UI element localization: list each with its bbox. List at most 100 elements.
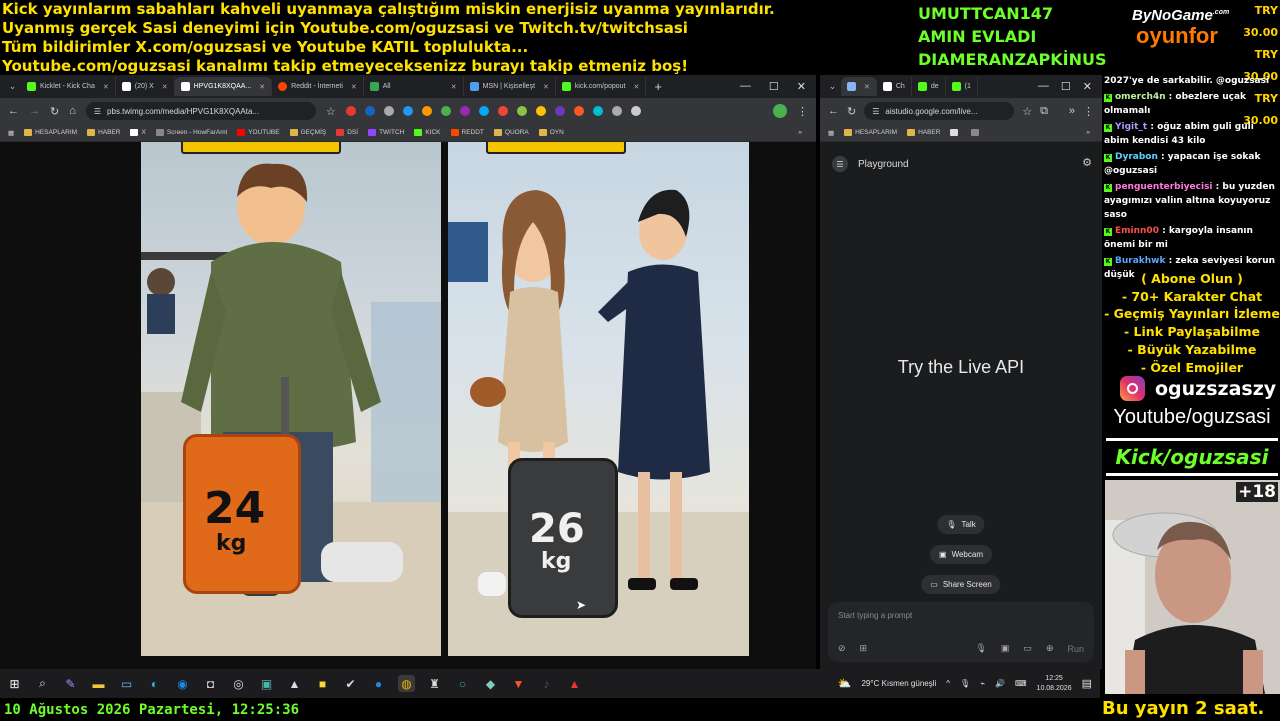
volume-icon[interactable]: 🔊 [995,679,1005,688]
chat-username[interactable]: omerch4n [1115,92,1166,102]
bookmark[interactable]: HABER [87,128,120,136]
maximize-icon[interactable]: ☐ [769,80,779,93]
profile-avatar[interactable] [773,104,787,118]
extension-icon[interactable] [497,106,508,116]
extension-icon[interactable] [421,106,432,116]
app-icon[interactable]: ▲ [286,675,303,692]
screen-share-icon[interactable]: ▭ [1023,643,1032,654]
bookmark[interactable]: KICK [414,128,441,136]
close-icon[interactable]: ✕ [864,83,870,91]
run-button[interactable]: Run [1067,644,1084,654]
settings-tune-icon[interactable]: ⚙ [1082,156,1092,169]
microphone-icon[interactable]: 🎙 [975,643,986,654]
star-icon[interactable]: ☆ [326,105,336,118]
music-app-icon[interactable]: ♪ [538,675,555,692]
bookmark[interactable]: OYN [538,128,564,136]
menu-icon[interactable]: ⋮ [797,105,808,118]
extension-icon[interactable] [478,106,489,116]
notifications-icon[interactable]: ▤ [1082,677,1092,690]
sticky-notes-icon[interactable]: ■ [314,675,331,692]
extension-icon[interactable] [383,106,394,116]
close-window-icon[interactable]: ✕ [1083,80,1092,93]
reload-icon[interactable]: ↻ [50,105,59,118]
bookmark[interactable]: DSİ [336,128,358,136]
app-icon[interactable]: ◆ [482,675,499,692]
weather-icon[interactable]: ⛅ [838,677,852,690]
tab[interactable]: All ✕ [364,77,464,96]
extension-icon[interactable] [345,106,356,116]
tab[interactable]: Kicklet - Kick Cha ✕ [21,77,116,96]
bookmark[interactable]: HESAPLARIM [24,128,77,136]
close-icon[interactable]: ✕ [162,83,168,91]
add-icon[interactable]: ⊕ [1046,643,1054,654]
extension-icon[interactable] [592,106,603,116]
bookmark[interactable]: TWITCH [368,128,404,136]
grid-icon[interactable]: ⊞ [860,643,868,654]
site-info-icon[interactable]: ☰ [872,107,879,116]
close-icon[interactable]: ✕ [351,83,357,91]
chat-username[interactable]: Dyrabon [1115,152,1158,162]
monitor-app-icon[interactable]: ▭ [118,675,135,692]
more-bookmarks-icon[interactable]: » [1086,129,1102,136]
bookmark[interactable]: HABER [907,128,940,136]
prompt-input[interactable]: Start typing a prompt [838,611,912,620]
extension-icon[interactable] [440,106,451,116]
address-bar[interactable]: ☰ pbs.twimg.com/media/HPVG1K8XQAAta... [85,102,316,120]
tray-chevron-icon[interactable]: ^ [946,679,950,688]
app-icon[interactable]: ♜ [426,675,443,692]
tab-search-icon[interactable]: ⌄ [824,78,841,95]
file-explorer-icon[interactable]: ▬ [90,675,107,692]
share-screen-button[interactable]: ▭ Share Screen [921,575,1001,594]
home-icon[interactable]: ⌂ [69,105,76,117]
extension-icon[interactable] [611,106,622,116]
chat-username[interactable]: Eminn00 [1115,226,1159,236]
tab[interactable]: (1 [946,77,978,96]
clock[interactable]: 12:25 10.08.2026 [1037,674,1072,694]
site-info-icon[interactable]: ☰ [94,107,101,116]
tab[interactable]: Ch [877,77,912,96]
tab-active[interactable]: ✕ [841,77,877,96]
windows-start-icon[interactable]: ⊞ [6,675,23,692]
back-icon[interactable]: ← [8,105,19,117]
tab[interactable]: kick.com/popout ✕ [556,77,647,96]
camera-app-icon[interactable]: ◘ [202,675,219,692]
extension-icon[interactable] [573,106,584,116]
brave-icon[interactable]: ▼ [510,675,527,692]
bookmark[interactable]: GEÇMİŞ [289,128,326,136]
minimize-icon[interactable]: — [740,80,751,93]
bookmark[interactable]: YOUTUBE [237,128,280,136]
tab-active[interactable]: HPVG1K8XQAA... ✕ [174,77,273,96]
star-icon[interactable]: ☆ [1022,105,1032,118]
extension-icon[interactable] [364,106,375,116]
close-icon[interactable]: ✕ [103,83,109,91]
bookmark-icon[interactable] [950,128,961,136]
webcam-button[interactable]: ▣ Webcam [930,545,992,564]
search-icon[interactable]: ⌕ [34,675,51,692]
close-icon[interactable]: ✕ [543,83,549,91]
reload-icon[interactable]: ↻ [847,105,856,118]
apps-icon[interactable]: ▦ [8,129,14,137]
chrome-icon[interactable]: ◍ [398,675,415,692]
apps-icon[interactable]: ▦ [828,129,834,137]
bookmark[interactable]: HESAPLARIM [844,128,897,136]
network-icon[interactable]: ⌁ [980,679,985,688]
back-icon[interactable]: ← [828,105,839,117]
more-icon[interactable]: » [1069,105,1075,117]
minimize-icon[interactable]: — [1038,80,1049,93]
more-bookmarks-icon[interactable]: » [798,129,816,136]
tab[interactable]: (20) X ✕ [116,77,175,96]
forward-icon[interactable]: → [29,105,40,117]
sidebar-toggle-icon[interactable]: ☰ [832,156,848,172]
extension-icon[interactable] [554,106,565,116]
talk-button[interactable]: 🎙 Talk [937,515,985,534]
chat-username[interactable]: Yigit_t [1115,122,1147,132]
bookmark[interactable]: X [130,128,146,136]
bookmark[interactable]: Screen - HowFarAml [155,128,227,136]
bookmark[interactable]: QUORA [493,128,529,136]
tab[interactable]: de [912,77,946,96]
menu-icon[interactable]: ⋮ [1083,105,1094,118]
edge-dev-icon[interactable]: ◐ [146,675,163,692]
close-icon[interactable]: ✕ [451,83,457,91]
extension-icon[interactable]: ⧉ [1040,105,1048,118]
app-icon[interactable]: ✔ [342,675,359,692]
